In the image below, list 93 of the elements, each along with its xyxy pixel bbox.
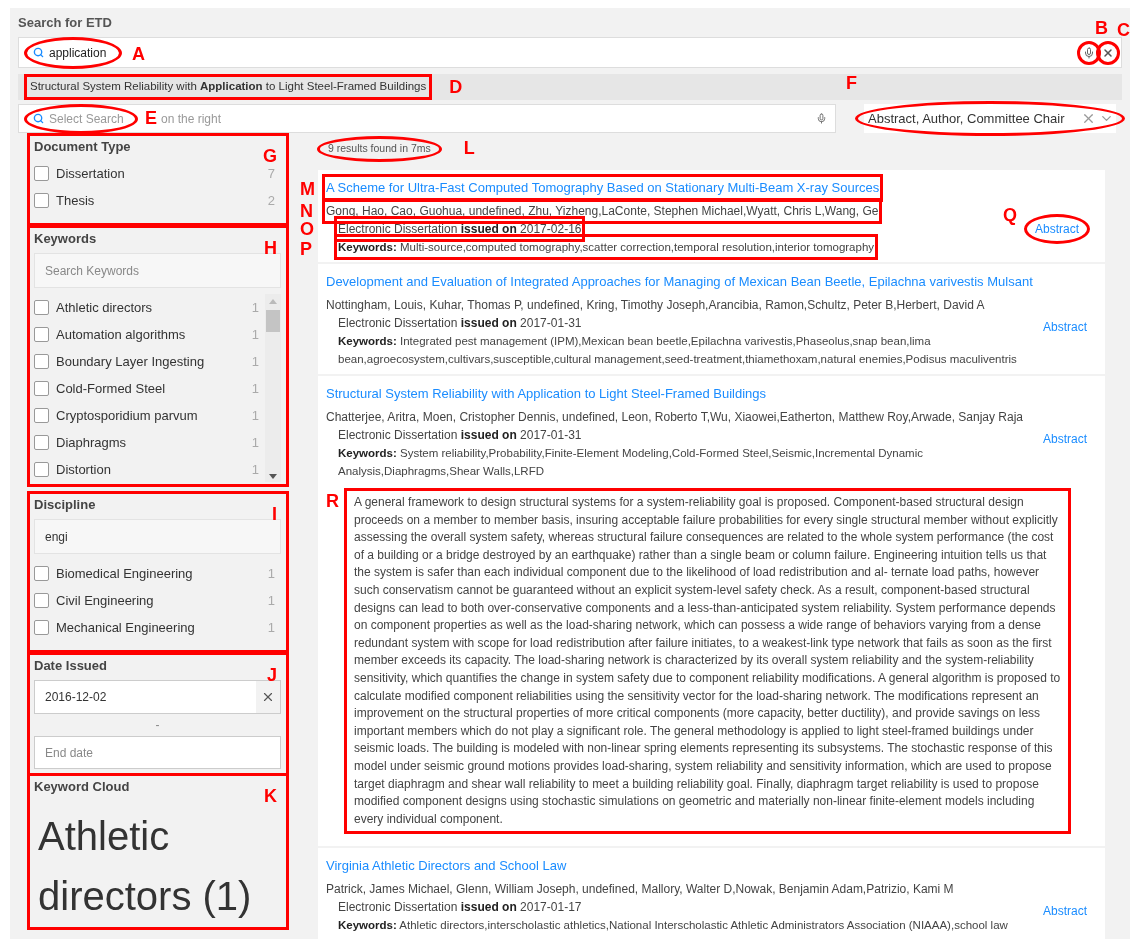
annotation-label: R [326, 492, 339, 510]
annotation-label: N [300, 202, 313, 220]
facet-label[interactable]: Boundary Layer Ingesting [56, 351, 252, 372]
range-separator: - [155, 717, 160, 734]
facet-title: Keyword Cloud [34, 778, 130, 796]
abstract-link[interactable]: Abstract [1043, 320, 1087, 334]
facet-label[interactable]: Dissertation [56, 163, 268, 184]
annotation-label: P [300, 240, 312, 258]
facet-count: 1 [251, 325, 259, 344]
annotation-label: G [263, 147, 277, 165]
field-hint: on the right [161, 110, 222, 128]
date-field[interactable]: End date [34, 736, 281, 769]
annotation-label: D [449, 78, 463, 97]
facet-count: 1 [251, 298, 259, 317]
annotation-label: M [300, 180, 315, 198]
facet-label[interactable]: Cryptosporidium parvum [56, 405, 252, 426]
issued-line: Electronic Dissertation issued on 2017-01-31 [338, 427, 582, 444]
checkbox[interactable] [34, 300, 49, 315]
facet-count: 1 [251, 433, 259, 452]
annotation-label: C [1117, 21, 1130, 39]
facet-search-field[interactable]: engi [34, 519, 281, 554]
checkbox[interactable] [34, 327, 49, 342]
keywords-line: Keywords: System reliability,Probability,Finite-Element Modeling,Cold-Formed Steel,Seismic,Incremental Dynamic Analysis,Diaphragms,Shear Walls,LRFD [338, 446, 924, 479]
search-icon [33, 113, 44, 124]
issued-line: Electronic Dissertation issued on 2017-01-31 [338, 315, 582, 332]
search-input[interactable]: Select Search [49, 109, 129, 128]
keywords-line: Keywords: Multi-source,computed tomography,scatter correction,temporal resolution,interior tomography [338, 240, 875, 255]
annotation-label: F [846, 74, 857, 92]
clear-button[interactable] [256, 681, 280, 713]
authors: Patrick, James Michael, Glenn, William Joseph, undefined, Mallory, Walter D,Nowak, Benjamin Adam,Patrizio, Kami M [326, 881, 954, 899]
cloud-word[interactable]: Athletic directors (1) [38, 806, 281, 926]
results-count: 9 results found in 7ms [328, 141, 431, 156]
facet-label[interactable]: Thesis [56, 190, 268, 211]
facet-title: Discipline [34, 496, 96, 514]
facet-label[interactable]: Diaphragms [56, 432, 252, 453]
checkbox[interactable] [34, 408, 49, 423]
facet-label[interactable]: Athletic directors [56, 297, 252, 318]
annotation-label: L [463, 139, 475, 157]
abstract-link[interactable]: Abstract [1035, 220, 1079, 238]
facet-title: Document Type [34, 138, 131, 156]
checkbox[interactable] [34, 354, 49, 369]
facet-count: 1 [267, 564, 275, 583]
facet-count: 1 [267, 591, 275, 610]
annotation-label: K [264, 787, 277, 805]
facet-label[interactable]: Distortion [56, 459, 252, 480]
checkbox[interactable] [34, 193, 49, 208]
date-field[interactable]: 2016-12-02 [34, 680, 281, 714]
keywords-line: Keywords: Integrated pest management (IPM),Mexican bean beetle,Epilachna varivestis,Phaseolus,snap bean,lima bean,agroecosystem,cultivars,susceptible,cultural management,seed-treatment,thiamethoxam,natural enemies,Podisus maculiventris [338, 334, 1018, 367]
issued-line: Electronic Dissertation issued on 2017-01-17 [338, 899, 582, 917]
result-title[interactable]: Development and Evaluation of Integrated Approaches for Managing of Mexican Bean Beetle, Epilachna varivestis Mulsant [326, 272, 1033, 292]
authors: Nottingham, Louis, Kuhar, Thomas P, undefined, Kring, Timothy Joseph,Arancibia, Ramon,Schultz, Peter B,Herbert, David A [326, 297, 985, 314]
page-title: Search for ETD [18, 14, 112, 32]
facet-count: 7 [267, 164, 275, 183]
checkbox[interactable] [34, 462, 49, 477]
abstract-link[interactable]: Abstract [1043, 432, 1087, 446]
facet-label[interactable]: Automation algorithms [56, 324, 252, 345]
abstract-link[interactable]: Abstract [1043, 904, 1087, 919]
checkbox[interactable] [34, 620, 49, 635]
facet-count: 1 [251, 379, 259, 398]
authors: Chatterjee, Aritra, Moen, Cristopher Dennis, undefined, Leon, Roberto T,Wu, Xiaowei,Eatherton, Matthew Roy,Arwade, Sanjay Raja [326, 409, 1024, 426]
annotation-label: A [132, 44, 145, 63]
annotation-label: E [145, 108, 157, 127]
facet-title: Keywords [34, 230, 97, 248]
facet-count: 1 [267, 618, 275, 637]
abstract-text: A general framework to design structural systems for a system-reliability goal is proposed. Component-based structural design proceeds on a member to member basis, insuring acceptable failure probabilities for every single structural member without explicitly assessing the overall system safety, whereas structural failure consequences are related to the whole system performance (the cost of a building or a bridge destroyed by an earthquake) rather than a single beam or column failure. Engineering intuition tells us that the system is safer than each individual component due to the likelihood of load redistribution and al- ternate load paths, however such conservatism cannot be guaranteed without an explicit system-level safety check. As a result, component-based structural designs can lead to both over-conservative components and a less-than-anticipated system reliability. System performance depends on component properties as well as the load-sharing network, which can possess a wide range of behaviors varying from a dense redundant system with scope for load redistribution after failure initiates, to a weakest-link type network that fails as soon as the first member exceeds its capacity. The load-sharing network is characterized by its overall system reliability and the system-reliability sensitivity, which quantifies the change in system safety due to component reliability modifications. A general algorithm is proposed to calculate modified component reliabilities using the sensitivity vector for the load-sharing network. The modifications represent an improvement on the structural properties of more critical components (more capacity, better ductility), and provide savings on less important members which do not play a significant role. The general methodology is applied to light steel-framed buildings under seismic loads. The building is modeled with non-linear spring elements representing its subsystems. The stochastic response of this model under seismic ground motions provides load-sharing, system reliability and sensitivity information, which are used to propose target diaphragm and shear wall reliability to meet a building reliability goal. Finally, diaphragm target reliability is used to propose modified component designs using stochastic simulations on geometric and materially non-linear finite-element models including every individual component. [353, 494, 1062, 828]
facet-label[interactable]: Cold-Formed Steel [56, 378, 252, 399]
suggestion-item[interactable]: Structural System Reliability with Application to Light Steel-Framed Buildings [28, 78, 429, 96]
facet-title: Date Issued [34, 657, 107, 675]
facet-label[interactable]: Civil Engineering [56, 590, 268, 611]
annotation-label: B [1095, 19, 1108, 37]
field-select[interactable]: Abstract, Author, Committee Chair [864, 104, 1116, 133]
microphone-icon [816, 113, 827, 124]
checkbox[interactable] [34, 435, 49, 450]
facet-count: 2 [267, 191, 275, 210]
checkbox[interactable] [34, 166, 49, 181]
keywords-line: Keywords: Athletic directors,interscholastic athletics,National Interscholastic Athletic Administrators Association (NIAAA),school law [338, 918, 1008, 934]
clear-icon [1081, 111, 1096, 126]
result-title[interactable]: Structural System Reliability with Application to Light Steel-Framed Buildings [326, 384, 767, 404]
search-icon [33, 47, 44, 58]
close-icon [261, 690, 275, 704]
annotation-label: Q [1003, 206, 1017, 224]
facet-label[interactable]: Mechanical Engineering [56, 617, 268, 638]
facet-label[interactable]: Biomedical Engineering [56, 563, 268, 584]
annotation-label: O [300, 220, 314, 238]
facet-count: 1 [251, 406, 259, 425]
search-input[interactable]: application [49, 43, 113, 62]
facet-count: 1 [251, 352, 259, 371]
facet-count: 1 [251, 460, 259, 479]
checkbox[interactable] [34, 593, 49, 608]
issued-line: Electronic Dissertation issued on 2017-02-16 [338, 221, 582, 238]
checkbox[interactable] [34, 566, 49, 581]
scrollbar[interactable] [265, 294, 281, 482]
checkbox[interactable] [34, 381, 49, 396]
